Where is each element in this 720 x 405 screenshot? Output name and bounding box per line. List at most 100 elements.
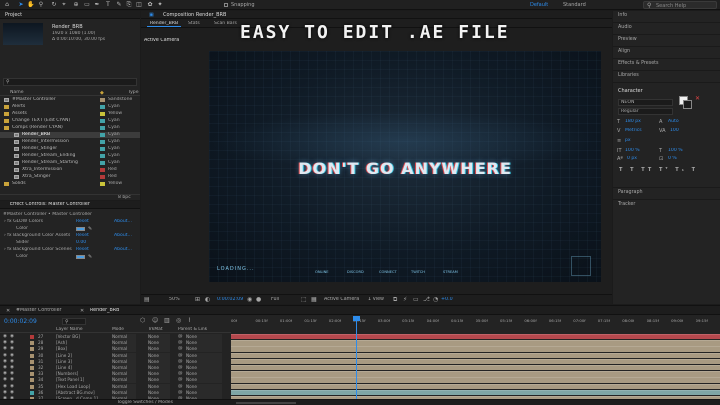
pick-whip-icon[interactable]: @ xyxy=(178,390,183,396)
layer-duration-bar[interactable] xyxy=(231,383,720,389)
subtab-render-brb[interactable]: Render_BRB xyxy=(147,21,182,27)
layer-mode-dropdown[interactable]: Normal xyxy=(112,340,136,347)
project-item[interactable]: Xtra_Intermission Red xyxy=(0,167,140,173)
project-item[interactable]: Render_Stinger Cyan xyxy=(0,146,140,152)
layer-trkmat-dropdown[interactable]: None xyxy=(148,383,170,390)
label-tag-icon[interactable]: ◆ xyxy=(100,90,104,96)
audio-icon[interactable]: ◉ xyxy=(10,334,14,340)
rectangle-tool-icon[interactable]: ▭ xyxy=(83,1,91,9)
project-item[interactable]: Xtra_Stinger Red xyxy=(0,174,140,180)
effect-about-link[interactable]: About... xyxy=(114,219,132,225)
layer-parent-dropdown[interactable]: None xyxy=(186,371,222,378)
effect-about-link[interactable]: About... xyxy=(114,233,132,239)
playhead-handle[interactable] xyxy=(353,316,360,321)
project-item[interactable]: Render_Stream_Ending Cyan xyxy=(0,153,140,159)
project-search-input[interactable]: ⚲ xyxy=(3,78,137,86)
eyedropper-icon[interactable]: ✎ xyxy=(88,254,92,260)
layer-duration-bar[interactable] xyxy=(231,371,720,377)
effect-row[interactable]: Color ✎ xyxy=(0,226,140,232)
label-color-swatch[interactable] xyxy=(100,154,105,158)
exposure-value[interactable]: +0.0 xyxy=(441,297,453,302)
slider-value[interactable]: 0.00 xyxy=(76,240,86,246)
workspace-default[interactable]: Default xyxy=(530,2,548,8)
eyedropper-icon[interactable]: ✕ xyxy=(695,95,700,102)
label-color-swatch[interactable] xyxy=(30,372,34,377)
graph-editor-icon[interactable]: ⌇ xyxy=(188,317,191,324)
font-style-dropdown[interactable]: Regular xyxy=(618,108,673,115)
visibility-eye-icon[interactable]: ◉ xyxy=(3,377,7,383)
zoom-dropdown[interactable]: 50% xyxy=(169,297,180,302)
layer-duration-bar[interactable] xyxy=(231,358,720,365)
toggle-pixel-aspect-icon[interactable]: ⧉ xyxy=(393,296,397,304)
layer-trkmat-dropdown[interactable]: None xyxy=(148,371,170,378)
view-layout-dropdown[interactable]: 1 View xyxy=(368,297,384,302)
effect-row[interactable]: › fx Background Color Assets Reset About..… xyxy=(0,233,140,239)
visibility-eye-icon[interactable]: ◉ xyxy=(3,359,7,365)
effect-controls-title[interactable]: Effect Controls: Master Controller xyxy=(10,202,90,207)
toggle-switches-modes[interactable]: Toggle Switches / Modes xyxy=(117,400,173,405)
audio-icon[interactable]: ◉ xyxy=(10,390,14,396)
column-trkmat[interactable]: TrkMat xyxy=(148,327,163,332)
layer-parent-dropdown[interactable]: None xyxy=(186,340,222,347)
fast-previews-icon[interactable]: ⚡ xyxy=(403,296,407,303)
font-family-dropdown[interactable]: NEON xyxy=(618,99,673,106)
pick-whip-icon[interactable]: @ xyxy=(178,346,183,352)
pick-whip-icon[interactable]: @ xyxy=(178,377,183,383)
search-help-field[interactable]: ⚲ Search Help xyxy=(643,1,717,9)
baseline-shift-value[interactable]: 0 px xyxy=(627,156,637,161)
column-name[interactable]: Name xyxy=(10,90,24,95)
layer-parent-dropdown[interactable]: None xyxy=(186,377,222,384)
layer-trkmat-dropdown[interactable]: None xyxy=(148,358,170,365)
layer-search-input[interactable]: ⚲ xyxy=(62,318,86,325)
eraser-tool-icon[interactable]: ◫ xyxy=(135,1,143,9)
layer-duration-bar[interactable] xyxy=(231,352,720,358)
audio-icon[interactable]: ◉ xyxy=(10,365,14,371)
project-item[interactable]: Render_Stream_Starting Cyan xyxy=(0,160,140,166)
column-layer-name[interactable]: Layer Name xyxy=(56,327,83,332)
show-channel-icon[interactable]: ● xyxy=(256,296,261,303)
label-color-swatch[interactable] xyxy=(30,390,34,395)
transparency-grid-icon[interactable]: ▦ xyxy=(311,296,317,303)
stroke-color-swatch[interactable] xyxy=(683,100,692,109)
timeline-tab-render-brb[interactable]: Render_BRB xyxy=(90,308,119,313)
layer-mode-dropdown[interactable]: Normal xyxy=(112,352,136,359)
layer-trkmat-dropdown[interactable]: None xyxy=(148,334,170,340)
home-icon[interactable]: ⌂ xyxy=(3,1,11,9)
effect-row[interactable]: › fx GLOW Colors Reset About... xyxy=(0,219,140,225)
layer-duration-bar[interactable] xyxy=(231,389,720,396)
layer-mode-dropdown[interactable]: Normal xyxy=(112,377,136,384)
tracking-value[interactable]: 100 xyxy=(670,128,679,133)
effect-row[interactable]: Slider 0.00 xyxy=(0,240,140,246)
panel-section-info[interactable]: Info xyxy=(613,11,720,23)
layer-parent-dropdown[interactable]: None xyxy=(186,358,222,365)
layer-mode-dropdown[interactable]: Normal xyxy=(112,346,136,353)
layer-duration-bar[interactable] xyxy=(231,334,720,340)
layer-duration-bar[interactable] xyxy=(231,377,720,383)
stroke-width-value[interactable]: px xyxy=(625,138,631,143)
layer-trkmat-dropdown[interactable]: None xyxy=(148,346,170,353)
visibility-eye-icon[interactable]: ◉ xyxy=(3,371,7,377)
zoom-tool-icon[interactable]: ⚲ xyxy=(37,1,45,9)
timeline-tab-master[interactable]: #Master Controller xyxy=(16,308,62,313)
project-item[interactable]: Render_Intermission Cyan xyxy=(0,139,140,145)
effect-row[interactable]: Color ✎ xyxy=(0,254,140,260)
panel-section-effects-presets[interactable]: Effects & Presets xyxy=(613,59,720,71)
audio-icon[interactable]: ◉ xyxy=(10,353,14,359)
visibility-eye-icon[interactable]: ◉ xyxy=(3,353,7,359)
effect-reset-link[interactable]: Reset xyxy=(76,233,89,239)
time-ruler[interactable]: 00f00:15f01:00f01:15f02:00f02:15f03:00f0… xyxy=(231,306,720,327)
shy-layers-icon[interactable]: ☺ xyxy=(152,317,158,324)
composition-tab-title[interactable]: Composition Render_BRB xyxy=(163,12,226,18)
effect-row[interactable]: › fx Background Color Scenes Reset About..… xyxy=(0,247,140,253)
label-color-swatch[interactable] xyxy=(100,140,105,144)
playhead[interactable] xyxy=(356,316,357,404)
timeline-current-time[interactable]: 0:00:02:09 xyxy=(4,318,37,325)
effect-reset-link[interactable]: Reset xyxy=(76,247,89,253)
color-swatch[interactable] xyxy=(76,227,85,231)
panel-section-tracker[interactable]: Tracker xyxy=(613,199,720,211)
visibility-eye-icon[interactable]: ◉ xyxy=(3,365,7,371)
label-color-swatch[interactable] xyxy=(100,161,105,165)
panel-section-align[interactable]: Align xyxy=(613,47,720,59)
grid-guides-icon[interactable]: ⊞ xyxy=(195,296,200,303)
project-title[interactable]: Project xyxy=(5,12,22,18)
